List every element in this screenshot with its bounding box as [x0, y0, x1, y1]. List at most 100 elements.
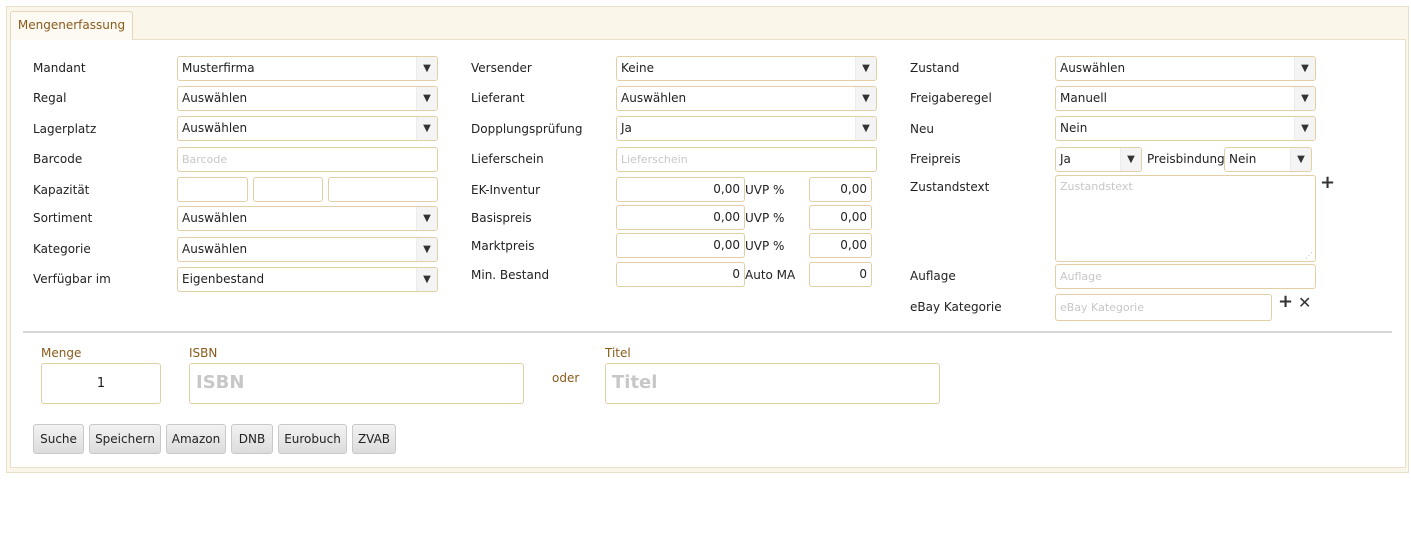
lieferant-value: Auswählen	[621, 91, 687, 105]
chevron-down-icon: ▼	[1294, 87, 1315, 110]
chevron-down-icon: ▼	[416, 57, 437, 80]
verfuegbar-select[interactable]: Eigenbestand ▼	[177, 267, 438, 292]
regal-value: Auswählen	[182, 91, 248, 105]
marktpreis-input[interactable]: 0,00	[616, 233, 745, 258]
ebay-kategorie-label: eBay Kategorie	[910, 300, 1002, 314]
lagerplatz-select[interactable]: Auswählen ▼	[177, 116, 438, 141]
lieferschein-label: Lieferschein	[471, 152, 544, 166]
titel-label: Titel	[605, 346, 631, 360]
kapazitaet-label: Kapazität	[33, 183, 90, 197]
auto-ma-input[interactable]: 0	[809, 262, 872, 287]
chevron-down-icon: ▼	[416, 87, 437, 110]
lieferant-select[interactable]: Auswählen ▼	[616, 86, 877, 111]
dopplung-select[interactable]: Ja ▼	[616, 116, 877, 141]
chevron-down-icon: ▼	[855, 87, 876, 110]
remove-icon[interactable]: ✕	[1298, 294, 1311, 312]
kategorie-value: Auswählen	[182, 242, 248, 256]
auflage-input[interactable]: Auflage	[1055, 264, 1316, 289]
min-bestand-label: Min. Bestand	[471, 268, 550, 282]
markt-uvp-input[interactable]: 0,00	[809, 233, 872, 258]
preisbindung-value: Nein	[1229, 152, 1257, 166]
preisbindung-select[interactable]: Nein ▼	[1224, 147, 1312, 172]
ek-inventur-label: EK-Inventur	[471, 183, 540, 197]
freipreis-select[interactable]: Ja ▼	[1055, 147, 1142, 172]
ek-uvp-input[interactable]: 0,00	[809, 177, 872, 202]
isbn-label: ISBN	[189, 346, 218, 360]
mandant-select[interactable]: Musterfirma ▼	[177, 56, 438, 81]
verfuegbar-value: Eigenbestand	[182, 272, 265, 286]
regal-select[interactable]: Auswählen ▼	[177, 86, 438, 111]
sortiment-label: Sortiment	[33, 211, 93, 225]
neu-label: Neu	[910, 122, 934, 136]
chevron-down-icon: ▼	[1290, 148, 1311, 171]
kategorie-label: Kategorie	[33, 242, 91, 256]
barcode-label: Barcode	[33, 152, 83, 166]
freigaberegel-value: Manuell	[1060, 91, 1107, 105]
lieferschein-input[interactable]: Lieferschein	[616, 147, 877, 172]
neu-select[interactable]: Nein ▼	[1055, 116, 1316, 141]
lieferant-label: Lieferant	[471, 91, 525, 105]
zustandstext-label: Zustandstext	[910, 180, 990, 194]
basis-uvp-input[interactable]: 0,00	[809, 205, 872, 230]
mandant-value: Musterfirma	[182, 61, 255, 75]
basis-uvp-label: UVP %	[745, 211, 785, 225]
speichern-button[interactable]: Speichern	[89, 424, 161, 454]
freipreis-value: Ja	[1060, 152, 1071, 166]
verfuegbar-label: Verfügbar im	[33, 272, 111, 286]
eurobuch-button[interactable]: Eurobuch	[278, 424, 347, 454]
ek-uvp-label: UVP %	[745, 183, 785, 197]
add-icon[interactable]: +	[1320, 174, 1335, 192]
zustand-select[interactable]: Auswählen ▼	[1055, 56, 1316, 81]
chevron-down-icon: ▼	[416, 268, 437, 291]
chevron-down-icon: ▼	[416, 117, 437, 140]
menge-label: Menge	[41, 346, 82, 360]
chevron-down-icon: ▼	[1294, 117, 1315, 140]
zustandstext-textarea[interactable]: Zustandstext ⋰	[1055, 175, 1316, 262]
menge-input[interactable]: 1	[41, 363, 161, 404]
lagerplatz-value: Auswählen	[182, 121, 248, 135]
auto-ma-label: Auto MA	[745, 268, 796, 282]
ek-inventur-input[interactable]: 0,00	[616, 177, 745, 202]
auflage-label: Auflage	[910, 269, 956, 283]
neu-value: Nein	[1060, 121, 1088, 135]
kategorie-select[interactable]: Auswählen ▼	[177, 237, 438, 262]
oder-label: oder	[552, 371, 580, 385]
freigaberegel-select[interactable]: Manuell ▼	[1055, 86, 1316, 111]
kapazitaet-input-2[interactable]	[253, 177, 323, 202]
ebay-kategorie-input[interactable]: eBay Kategorie	[1055, 294, 1272, 321]
freipreis-label: Freipreis	[910, 152, 961, 166]
regal-label: Regal	[33, 91, 67, 105]
barcode-input[interactable]: Barcode	[177, 147, 438, 172]
basispreis-input[interactable]: 0,00	[616, 205, 745, 230]
markt-uvp-label: UVP %	[745, 239, 785, 253]
kapazitaet-input-3[interactable]	[328, 177, 438, 202]
chevron-down-icon: ▼	[416, 207, 437, 230]
chevron-down-icon: ▼	[416, 238, 437, 261]
chevron-down-icon: ▼	[855, 117, 876, 140]
kapazitaet-input-1[interactable]	[177, 177, 248, 202]
tab-mengenerfassung[interactable]: Mengenerfassung	[10, 11, 133, 40]
amazon-button[interactable]: Amazon	[166, 424, 226, 454]
sortiment-value: Auswählen	[182, 211, 248, 225]
sortiment-select[interactable]: Auswählen ▼	[177, 206, 438, 231]
titel-input[interactable]: Titel	[605, 363, 940, 404]
dopplung-value: Ja	[621, 121, 632, 135]
chevron-down-icon: ▼	[1120, 148, 1141, 171]
resize-grip-icon[interactable]: ⋰	[1305, 252, 1313, 260]
section-divider	[23, 331, 1392, 333]
zustand-value: Auswählen	[1060, 61, 1126, 75]
chevron-down-icon: ▼	[1294, 57, 1315, 80]
versender-value: Keine	[621, 61, 654, 75]
suche-button[interactable]: Suche	[33, 424, 84, 454]
marktpreis-label: Marktpreis	[471, 239, 535, 253]
zvab-button[interactable]: ZVAB	[352, 424, 396, 454]
min-bestand-input[interactable]: 0	[616, 262, 745, 287]
dnb-button[interactable]: DNB	[231, 424, 273, 454]
add-icon[interactable]: +	[1278, 293, 1293, 311]
isbn-input[interactable]: ISBN	[189, 363, 524, 404]
zustand-label: Zustand	[910, 61, 960, 75]
dopplung-label: Dopplungsprüfung	[471, 122, 583, 136]
versender-select[interactable]: Keine ▼	[616, 56, 877, 81]
freigaberegel-label: Freigaberegel	[910, 91, 992, 105]
preisbindung-label: Preisbindung	[1147, 152, 1225, 166]
